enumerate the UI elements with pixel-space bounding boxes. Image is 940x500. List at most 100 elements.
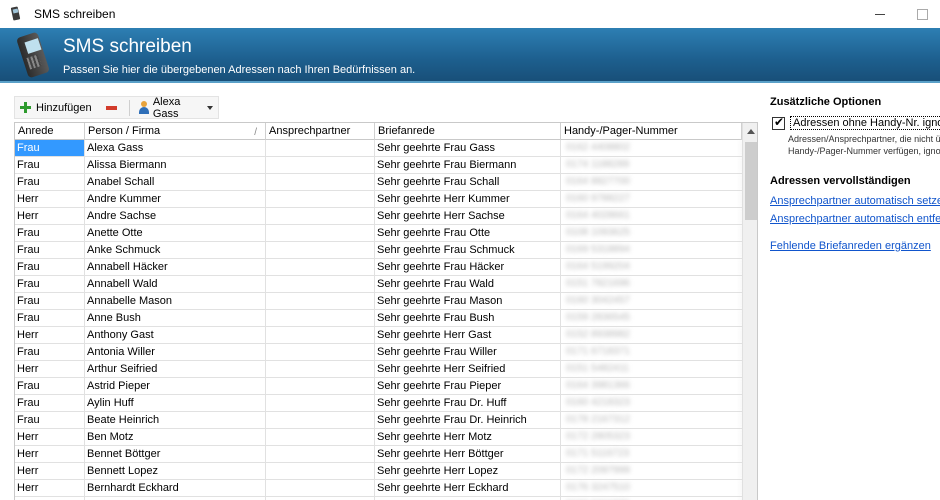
- cell-briefanrede[interactable]: Sehr geehrte Frau Wald: [375, 276, 561, 292]
- cell-briefanrede[interactable]: Sehr geehrte Frau Häcker: [375, 259, 561, 275]
- table-row[interactable]: Herr Bernhardt Eckhard Sehr geehrte Herr E…: [15, 480, 742, 497]
- cell-handy[interactable]: 0174 1188289: [561, 157, 742, 173]
- cell-briefanrede[interactable]: Sehr geehrte Frau Otte: [375, 225, 561, 241]
- cell-handy[interactable]: 0162 4408802: [561, 140, 742, 156]
- cell-anrede[interactable]: Frau: [15, 157, 85, 173]
- cell-anrede[interactable]: Frau: [15, 344, 85, 360]
- cell-briefanrede[interactable]: Sehr geehrte Frau Schall: [375, 174, 561, 190]
- cell-person[interactable]: Annabell Häcker: [85, 259, 266, 275]
- cell-handy[interactable]: 0160 9788227: [561, 191, 742, 207]
- cell-anrede[interactable]: Herr: [15, 361, 85, 377]
- cell-anrede[interactable]: Herr: [15, 446, 85, 462]
- cell-person[interactable]: Antonia Willer: [85, 344, 266, 360]
- cell-person[interactable]: Anthony Gast: [85, 327, 266, 343]
- cell-briefanrede[interactable]: Sehr geehrte Herr Gast: [375, 327, 561, 343]
- cell-handy[interactable]: 0159 2836545: [561, 310, 742, 326]
- column-header-person[interactable]: Person / Firma /: [85, 123, 266, 140]
- cell-briefanrede[interactable]: Sehr geehrte Herr Motz: [375, 429, 561, 445]
- table-row[interactable]: Frau Annabell Häcker Sehr geehrte Frau Häc…: [15, 259, 742, 276]
- cell-briefanrede[interactable]: Sehr geehrte Frau Gass: [375, 140, 561, 156]
- cell-handy[interactable]: 0152 8938982: [561, 327, 742, 343]
- cell-ansprechpartner[interactable]: [266, 276, 375, 292]
- cell-briefanrede[interactable]: Sehr geehrte Herr Böttger: [375, 446, 561, 462]
- scroll-up-arrow-icon[interactable]: [743, 123, 757, 140]
- table-row[interactable]: Frau Annabelle Mason Sehr geehrte Frau Mas…: [15, 293, 742, 310]
- cell-ansprechpartner[interactable]: [266, 242, 375, 258]
- cell-person[interactable]: Anette Otte: [85, 225, 266, 241]
- cell-anrede[interactable]: Frau: [15, 276, 85, 292]
- contact-dropdown[interactable]: Alexa Gass: [133, 96, 218, 120]
- cell-anrede[interactable]: Frau: [15, 242, 85, 258]
- cell-briefanrede[interactable]: Sehr geehrte Frau Schmuck: [375, 242, 561, 258]
- cell-handy[interactable]: 0151 5482411: [561, 361, 742, 377]
- cell-handy[interactable]: 0164 8827700: [561, 174, 742, 190]
- vertical-scrollbar[interactable]: [742, 123, 757, 500]
- link-set-contacts[interactable]: Ansprechpartner automatisch setze: [770, 195, 940, 207]
- cell-briefanrede[interactable]: Sehr geehrte Frau Dr. Huff: [375, 395, 561, 411]
- cell-briefanrede[interactable]: Sehr geehrte Frau Pieper: [375, 378, 561, 394]
- cell-person[interactable]: Andre Sachse: [85, 208, 266, 224]
- cell-briefanrede[interactable]: Sehr geehrte Frau Dr. Heinrich: [375, 412, 561, 428]
- cell-anrede[interactable]: Frau: [15, 293, 85, 309]
- table-row[interactable]: Herr Bennett Lopez Sehr geehrte Herr Lopez…: [15, 463, 742, 480]
- table-row[interactable]: Frau Annabell Wald Sehr geehrte Frau Wald 0…: [15, 276, 742, 293]
- cell-anrede[interactable]: Herr: [15, 191, 85, 207]
- cell-person[interactable]: Annabelle Mason: [85, 293, 266, 309]
- column-header-briefanrede[interactable]: Briefanrede: [375, 123, 561, 140]
- cell-person[interactable]: Annabell Wald: [85, 276, 266, 292]
- table-row[interactable]: Frau Anne Bush Sehr geehrte Frau Bush 0159 …: [15, 310, 742, 327]
- cell-handy[interactable]: 0160 4218323: [561, 395, 742, 411]
- table-row[interactable]: Frau Antonia Willer Sehr geehrte Frau Will…: [15, 344, 742, 361]
- cell-person[interactable]: Alissa Biermann: [85, 157, 266, 173]
- column-header-handy[interactable]: Handy-/Pager-Nummer: [561, 123, 742, 140]
- cell-handy[interactable]: 0172 2805323: [561, 429, 742, 445]
- cell-person[interactable]: Anne Bush: [85, 310, 266, 326]
- cell-person[interactable]: Anabel Schall: [85, 174, 266, 190]
- cell-person[interactable]: Ben Motz: [85, 429, 266, 445]
- link-add-salutations[interactable]: Fehlende Briefanreden ergänzen: [770, 240, 940, 252]
- table-row[interactable]: Frau Alissa Biermann Sehr geehrte Frau Bie…: [15, 157, 742, 174]
- cell-ansprechpartner[interactable]: [266, 463, 375, 479]
- cell-ansprechpartner[interactable]: [266, 361, 375, 377]
- cell-ansprechpartner[interactable]: [266, 191, 375, 207]
- cell-briefanrede[interactable]: Sehr geehrte Frau Willer: [375, 344, 561, 360]
- cell-ansprechpartner[interactable]: [266, 378, 375, 394]
- cell-ansprechpartner[interactable]: [266, 225, 375, 241]
- minimize-button[interactable]: [870, 6, 890, 22]
- cell-ansprechpartner[interactable]: [266, 293, 375, 309]
- cell-anrede[interactable]: Herr: [15, 327, 85, 343]
- table-row[interactable]: Frau Anabel Schall Sehr geehrte Frau Schal…: [15, 174, 742, 191]
- cell-person[interactable]: Andre Kummer: [85, 191, 266, 207]
- add-button[interactable]: Hinzufügen: [15, 97, 97, 118]
- cell-handy[interactable]: 0108 1093625: [561, 225, 742, 241]
- cell-ansprechpartner[interactable]: [266, 157, 375, 173]
- cell-ansprechpartner[interactable]: [266, 344, 375, 360]
- ignore-no-mobile-label[interactable]: Adressen ohne Handy-Nr. ignor: [790, 116, 940, 130]
- cell-briefanrede[interactable]: Sehr geehrte Herr Sachse: [375, 208, 561, 224]
- table-row[interactable]: Herr Bennet Böttger Sehr geehrte Herr Bött…: [15, 446, 742, 463]
- cell-ansprechpartner[interactable]: [266, 310, 375, 326]
- cell-briefanrede[interactable]: Sehr geehrte Frau Biermann: [375, 157, 561, 173]
- cell-ansprechpartner[interactable]: [266, 395, 375, 411]
- cell-ansprechpartner[interactable]: [266, 327, 375, 343]
- cell-anrede[interactable]: Herr: [15, 429, 85, 445]
- cell-handy[interactable]: 0172 2097999: [561, 463, 742, 479]
- cell-person[interactable]: Bennet Böttger: [85, 446, 266, 462]
- cell-handy[interactable]: 0164 3981366: [561, 378, 742, 394]
- cell-ansprechpartner[interactable]: [266, 429, 375, 445]
- cell-briefanrede[interactable]: Sehr geehrte Herr Lopez: [375, 463, 561, 479]
- cell-handy[interactable]: 0178 2167312: [561, 412, 742, 428]
- cell-anrede[interactable]: Frau: [15, 395, 85, 411]
- cell-briefanrede[interactable]: Sehr geehrte Frau Bush: [375, 310, 561, 326]
- table-row[interactable]: Frau Alexa Gass Sehr geehrte Frau Gass 0162…: [15, 140, 742, 157]
- column-header-anrede[interactable]: Anrede: [15, 123, 85, 140]
- cell-person[interactable]: Alexa Gass: [85, 140, 266, 156]
- cell-person[interactable]: Astrid Pieper: [85, 378, 266, 394]
- cell-ansprechpartner[interactable]: [266, 412, 375, 428]
- table-row[interactable]: Frau Aylin Huff Sehr geehrte Frau Dr. Huff…: [15, 395, 742, 412]
- scrollbar-thumb[interactable]: [745, 142, 757, 220]
- cell-briefanrede[interactable]: Sehr geehrte Herr Seifried: [375, 361, 561, 377]
- cell-anrede[interactable]: Herr: [15, 208, 85, 224]
- cell-handy[interactable]: 0171 5116723: [561, 446, 742, 462]
- maximize-button[interactable]: [912, 6, 932, 22]
